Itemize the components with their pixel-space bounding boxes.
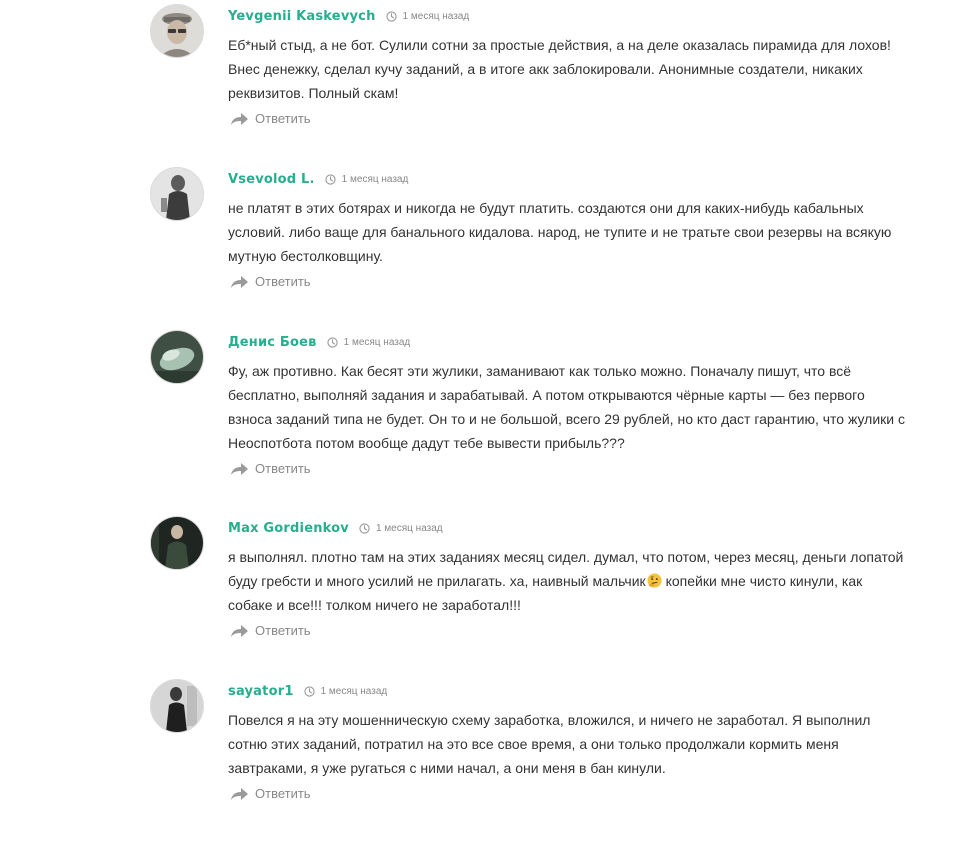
thinking-face-icon bbox=[647, 573, 662, 588]
comment-body: Денис Боев 1 месяц назад Фу, аж противно… bbox=[228, 330, 908, 481]
comment-time: 1 месяц назад bbox=[375, 522, 443, 534]
comment-date: 1 месяц назад bbox=[385, 10, 470, 22]
comment-meta: Денис Боев 1 месяц назад bbox=[228, 330, 908, 354]
reply-arrow-icon bbox=[230, 787, 249, 801]
comment-date: 1 месяц назад bbox=[303, 685, 388, 697]
author-name[interactable]: sayator1 bbox=[228, 684, 294, 699]
avatar[interactable] bbox=[150, 167, 204, 221]
comment-time: 1 месяц назад bbox=[341, 173, 409, 185]
reply-arrow-icon bbox=[230, 624, 249, 638]
reply-label: Ответить bbox=[255, 786, 311, 801]
clock-icon bbox=[385, 10, 397, 22]
comment-meta: Vsevolod L. 1 месяц назад bbox=[228, 167, 908, 191]
author-name[interactable]: Vsevolod L. bbox=[228, 172, 315, 187]
clock-icon bbox=[303, 685, 315, 697]
reply-button[interactable]: Ответить bbox=[228, 461, 311, 476]
comment-meta: sayator1 1 месяц назад bbox=[228, 679, 908, 703]
avatar[interactable] bbox=[150, 516, 204, 570]
comment-body: sayator1 1 месяц назад Повелся я на эту … bbox=[228, 679, 908, 806]
reply-button[interactable]: Ответить bbox=[228, 623, 311, 638]
clock-icon bbox=[326, 336, 338, 348]
comment-text: Повелся я на эту мошенническую схему зар… bbox=[228, 712, 871, 776]
reply-arrow-icon bbox=[230, 462, 249, 476]
reply-label: Ответить bbox=[255, 274, 311, 289]
comment-date: 1 месяц назад bbox=[326, 336, 411, 348]
comment-time: 1 месяц назад bbox=[402, 10, 470, 22]
comment-text: Фу, аж противно. Как бесят эти жулики, з… bbox=[228, 363, 905, 451]
avatar[interactable] bbox=[150, 679, 204, 733]
reply-arrow-icon bbox=[230, 275, 249, 289]
avatar[interactable] bbox=[150, 4, 204, 58]
comment-body: Max Gordienkov 1 месяц назад я выполнял.… bbox=[228, 516, 908, 643]
comment-meta: Yevgenii Kaskevych 1 месяц назад bbox=[228, 4, 908, 28]
comment-date: 1 месяц назад bbox=[325, 173, 409, 185]
author-name[interactable]: Yevgenii Kaskevych bbox=[228, 9, 376, 24]
reply-button[interactable]: Ответить bbox=[228, 111, 311, 126]
comment-body: Vsevolod L. 1 месяц назад не платят в эт… bbox=[228, 167, 908, 294]
clock-icon bbox=[325, 173, 336, 185]
comment-text: я выполнял. плотно там на этих заданиях … bbox=[228, 545, 908, 617]
comment-text: не платят в этих ботярах и никогда не бу… bbox=[228, 200, 892, 264]
comment-body: Yevgenii Kaskevych 1 месяц назад Еб*ный … bbox=[228, 4, 908, 131]
comment-time: 1 месяц назад bbox=[343, 336, 411, 348]
comment-date: 1 месяц назад bbox=[359, 523, 443, 534]
reply-label: Ответить bbox=[255, 461, 311, 476]
reply-label: Ответить bbox=[255, 623, 311, 638]
author-name[interactable]: Max Gordienkov bbox=[228, 521, 349, 536]
clock-icon bbox=[359, 522, 370, 534]
comment-text: Еб*ный стыд, а не бот. Сулили сотни за п… bbox=[228, 37, 891, 101]
reply-label: Ответить bbox=[255, 111, 311, 126]
comment-time: 1 месяц назад bbox=[320, 685, 388, 697]
reply-button[interactable]: Ответить bbox=[228, 274, 311, 289]
reply-arrow-icon bbox=[230, 112, 249, 126]
author-name[interactable]: Денис Боев bbox=[228, 335, 317, 350]
reply-button[interactable]: Ответить bbox=[228, 786, 311, 801]
avatar[interactable] bbox=[150, 330, 204, 384]
comment-meta: Max Gordienkov 1 месяц назад bbox=[228, 516, 908, 540]
